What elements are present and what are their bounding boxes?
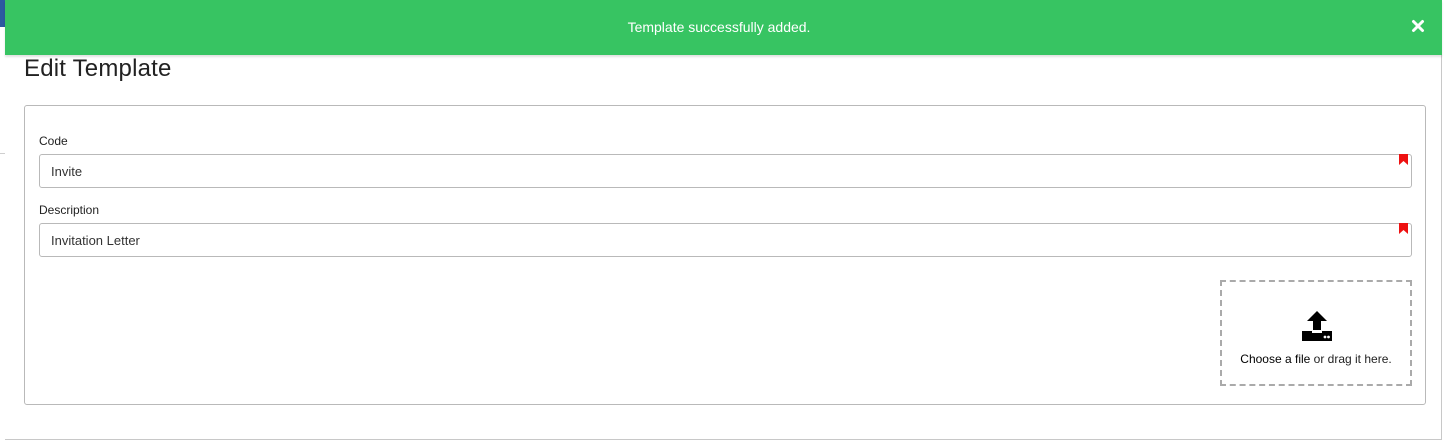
- dropzone-text: Choose a file or drag it here.: [1222, 352, 1410, 366]
- close-icon[interactable]: [1411, 19, 1425, 33]
- required-flag-icon: [1399, 223, 1408, 234]
- upload-icon: [1302, 311, 1332, 341]
- description-input[interactable]: [39, 223, 1412, 257]
- file-dropzone[interactable]: Choose a file or drag it here.: [1220, 280, 1412, 386]
- template-form-panel: Code Description Choose a file or drag i…: [24, 105, 1426, 405]
- edit-template-modal: Edit Template Code Description Choose a …: [5, 0, 1442, 440]
- success-toast: Template successfully added.: [5, 0, 1442, 55]
- dropzone-hint: or drag it here.: [1310, 352, 1392, 366]
- code-label: Code: [39, 134, 68, 148]
- required-flag-icon: [1399, 154, 1408, 165]
- choose-file-link[interactable]: Choose a file: [1240, 352, 1310, 366]
- page-title: Edit Template: [24, 55, 172, 82]
- code-input[interactable]: [39, 154, 1412, 188]
- description-label: Description: [39, 203, 100, 217]
- toast-message: Template successfully added.: [627, 19, 811, 35]
